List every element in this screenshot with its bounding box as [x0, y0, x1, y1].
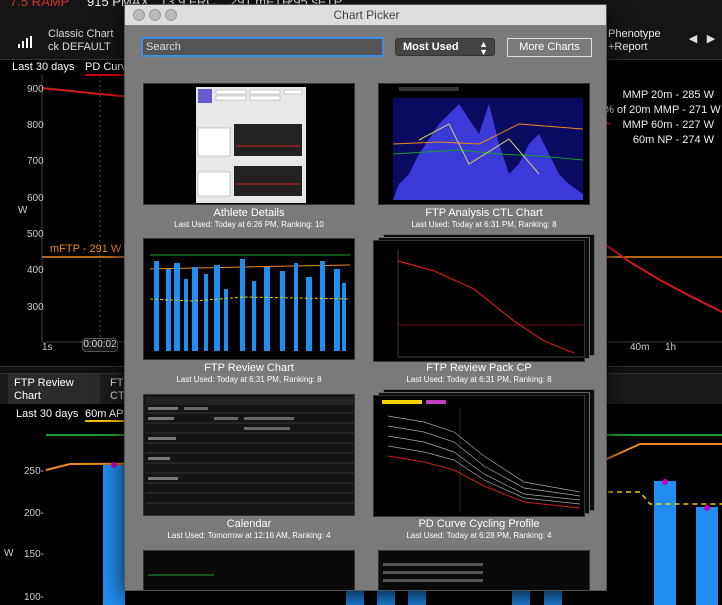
y-tick: 800 [27, 120, 44, 131]
chart-thumbnail [143, 83, 355, 205]
sort-select[interactable]: Most Used ▲ ▼ [395, 38, 495, 57]
dialog-titlebar[interactable]: Chart Picker [125, 5, 606, 25]
chart-thumbnail [373, 240, 585, 362]
chart-tile-pd-curve-cycling-profile[interactable]: PD Curve Cycling Profile Last Used: Toda… [373, 389, 595, 544]
chart-tile-partial[interactable] [143, 550, 355, 590]
y-tick: 900 [27, 84, 44, 95]
dialog-title: Chart Picker [333, 8, 400, 22]
tab-label: FTP Review [14, 377, 74, 389]
series-60m-ap-label[interactable]: 60m AP [85, 408, 124, 422]
metric-ramp: 7.5 RAMP [10, 0, 70, 8]
tab-sublabel: Chart [14, 390, 41, 402]
more-charts-button[interactable]: More Charts [507, 38, 592, 57]
y-tick: 400 [27, 265, 44, 276]
y-axis-label: W [4, 548, 14, 559]
chart-tile-ftp-review-pack-cp[interactable]: FTP Review Pack CP Last Used: Today at 6… [373, 234, 595, 388]
lower-range-label[interactable]: Last 30 days [16, 408, 78, 420]
tile-meta: Last Used: Today at 6:26 PM, Ranking: 10 [174, 220, 324, 229]
chart-tile-ftp-analysis-ctl[interactable]: FTP Analysis CTL Chart Last Used: Today … [378, 83, 590, 233]
legend-item: MMP 20m - 285 W [622, 89, 715, 101]
tile-meta: Last Used: Today at 6:28 PM, Ranking: 4 [406, 531, 552, 540]
tile-meta: Last Used: Today at 6:31 PM, Ranking: 8 [176, 375, 322, 384]
chart-thumbnail [378, 83, 590, 205]
tab-phenotype-label: Phenotype [608, 28, 661, 40]
y-tick: 600 [27, 193, 44, 204]
x-tick: 1h [665, 342, 677, 353]
x-tick: 40m [630, 342, 650, 353]
y-tick: 250- [24, 466, 45, 477]
tile-title: FTP Review Chart [204, 362, 294, 374]
tile-title: Calendar [226, 518, 272, 530]
chart-legend: MMP 20m - 285 W 5% of 20m MMP - 271 W MM… [598, 88, 721, 148]
y-tick: 500 [27, 229, 44, 240]
chart-tile-athlete-details[interactable]: Athlete Details Last Used: Today at 6:26… [143, 83, 355, 233]
mftp-label: mFTP - 291 W [50, 243, 122, 255]
y-tick: 150- [24, 549, 45, 560]
y-tick: 700 [27, 156, 44, 167]
tab-ftp-review-chart[interactable]: FTP Review Chart [8, 374, 100, 404]
tile-title: FTP Analysis CTL Chart [425, 207, 543, 219]
updown-chevron-icon: ▲ ▼ [479, 39, 488, 57]
search-input[interactable] [141, 37, 384, 57]
chart-tile-calendar[interactable]: Calendar Last Used: Tomorrow at 12:16 AM… [143, 394, 355, 544]
tab-scroll-left-icon[interactable]: ◀ [686, 32, 700, 46]
tab-phenotype-report[interactable]: Phenotype +Report [608, 28, 680, 54]
range-label[interactable]: Last 30 days [12, 61, 74, 73]
chart-tile-ftp-review[interactable]: FTP Review Chart Last Used: Today at 6:3… [143, 238, 355, 388]
chart-thumbnail [143, 238, 355, 360]
tile-meta: Last Used: Today at 6:31 PM, Ranking: 8 [411, 220, 557, 229]
tab-classic-chart[interactable]: Classic Chart ck DEFAULT [48, 28, 113, 54]
tile-meta: Last Used: Today at 6:31 PM, Ranking: 8 [406, 375, 552, 384]
tile-title: FTP Review Pack CP [426, 362, 532, 374]
chart-tile-partial[interactable] [378, 550, 590, 590]
tile-title: Athlete Details [213, 207, 285, 219]
tile-meta: Last Used: Tomorrow at 12:16 AM, Ranking… [167, 531, 331, 540]
legend-item: MMP 60m - 227 W [622, 119, 715, 131]
y-tick: 100- [24, 592, 45, 603]
x-tick: 1s [42, 342, 53, 353]
y-tick: 200- [24, 508, 45, 519]
tab-classic-chart-sublabel: ck DEFAULT [48, 41, 111, 53]
chart-thumbnail [373, 395, 585, 517]
y-tick: 300 [27, 302, 44, 313]
chart-picker-dialog: Chart Picker Most Used ▲▼ More Charts [124, 4, 607, 591]
legend-item: 60m NP - 274 W [632, 134, 714, 146]
tab-classic-chart-label: Classic Chart [48, 28, 114, 40]
tab-report-label: +Report [608, 41, 648, 53]
tab-ftp-ctl[interactable]: FT CT [104, 374, 126, 404]
sort-select-value: Most Used [403, 41, 459, 53]
tile-title: PD Curve Cycling Profile [418, 518, 540, 530]
chart-bars-icon[interactable] [18, 36, 34, 48]
y-axis-label: W [18, 205, 28, 216]
tab-scroll-right-icon[interactable]: ▶ [704, 32, 718, 46]
time-readout[interactable]: 0:00:02 [82, 338, 118, 352]
legend-item: 5% of 20m MMP - 271 W [598, 104, 721, 116]
chart-thumbnail [143, 394, 355, 516]
